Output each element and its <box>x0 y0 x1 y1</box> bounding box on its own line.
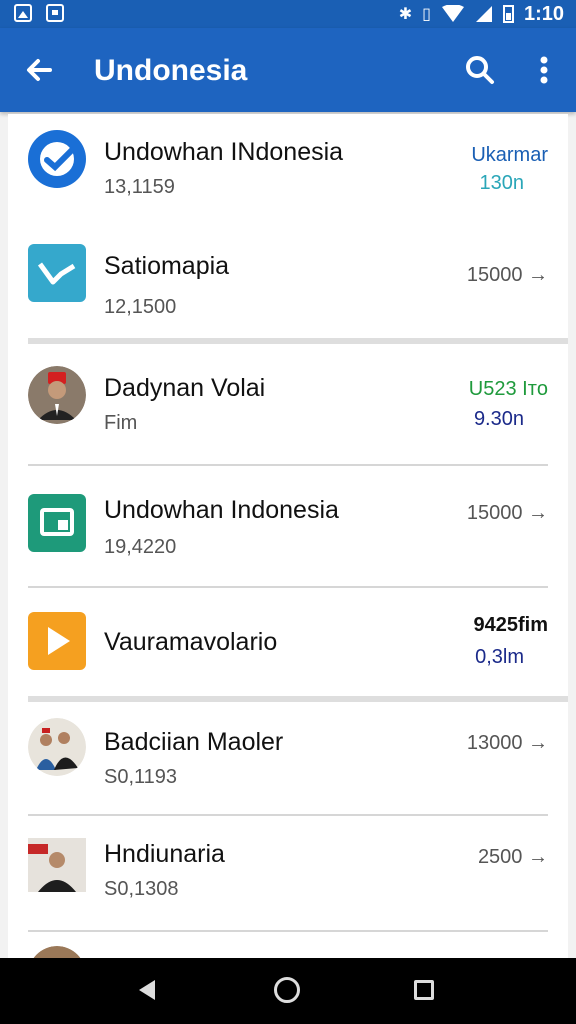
item-subtitle: 13,1159 <box>104 176 175 198</box>
nav-recents-icon[interactable] <box>414 980 434 1000</box>
group-photo-avatar <box>28 718 86 776</box>
list-item[interactable] <box>8 932 568 960</box>
item-subtitle: 19,4220 <box>104 536 177 558</box>
item-value: 2500 → <box>477 846 548 868</box>
status-bar: ✱ ▯ 1:10 <box>0 0 576 28</box>
item-title: Satiomapia <box>104 252 230 280</box>
item-subtitle: S0,1308 <box>104 878 179 900</box>
check-circle-icon <box>28 130 86 188</box>
app-bar: Undonesia <box>0 28 576 112</box>
signal-icon <box>475 6 492 22</box>
item-secondary-value: 0,3lm <box>475 646 524 668</box>
list-item[interactable]: Undowhan INdonesia 13,1159 Ukarmar 130n <box>8 114 568 224</box>
vibrate-icon: ▯ <box>422 4 431 23</box>
search-button[interactable] <box>460 50 500 90</box>
item-title: Dadynan Volai <box>104 374 266 402</box>
search-icon <box>466 56 494 84</box>
list-item[interactable]: Dadynan Volai Fim U523 Iтo 9.30n <box>8 344 568 466</box>
item-subtitle: S0,1193 <box>104 766 178 788</box>
item-subtitle: Fim <box>104 412 138 434</box>
more-options-button[interactable] <box>526 50 562 90</box>
list-item[interactable]: Satiomapia 12,1500 15000 → <box>8 224 568 344</box>
item-title: Hndiunaria <box>104 840 225 868</box>
status-time: 1:10 <box>523 3 564 25</box>
list-item[interactable]: Hndiunaria S0,1308 2500 → <box>8 816 568 932</box>
item-value: 15000 → <box>466 502 548 524</box>
item-list: Undowhan INdonesia 13,1159 Ukarmar 130n … <box>8 114 568 960</box>
battery-icon <box>502 5 514 23</box>
list-item[interactable]: Undowhan Indonesia 19,4220 15000 → <box>8 466 568 588</box>
item-value: U523 Iтo <box>468 378 548 400</box>
item-title: Undowhan Indonesia <box>104 496 339 524</box>
person-photo-avatar <box>28 838 86 892</box>
system-nav-bar <box>0 958 576 1024</box>
item-value: 9425fim <box>473 614 549 636</box>
image-icon <box>14 4 32 22</box>
item-value: Ukarmar <box>471 144 548 166</box>
back-arrow-icon <box>27 59 52 81</box>
wifi-icon <box>441 5 464 22</box>
shopping-bag-icon <box>46 4 64 22</box>
person-avatar <box>28 366 86 424</box>
play-icon <box>28 612 86 670</box>
item-value: 13000 → <box>466 732 548 754</box>
envelope-icon <box>28 244 86 302</box>
item-title: Vauramavolario <box>104 628 278 656</box>
item-title: Badciian Maoler <box>104 728 284 756</box>
item-title: Undowhan INdonesia <box>104 138 344 166</box>
bluetooth-icon: ✱ <box>398 4 413 23</box>
nav-home-icon[interactable] <box>274 977 300 1003</box>
nav-back-icon[interactable] <box>136 978 158 1002</box>
screen-share-icon <box>28 494 86 552</box>
item-value: 15000 → <box>466 264 548 286</box>
page-title: Undonesia <box>94 54 248 87</box>
item-secondary-value: 9.30n <box>473 408 524 430</box>
list-item[interactable]: Badciian Maoler S0,1193 13000 → <box>8 702 568 816</box>
item-subtitle: 12,1500 <box>104 296 177 318</box>
back-button[interactable] <box>20 50 60 90</box>
list-item[interactable]: Vauramavolario 9425fim 0,3lm <box>8 588 568 702</box>
more-vert-icon <box>540 56 548 84</box>
item-secondary-value: 130n <box>479 172 525 194</box>
